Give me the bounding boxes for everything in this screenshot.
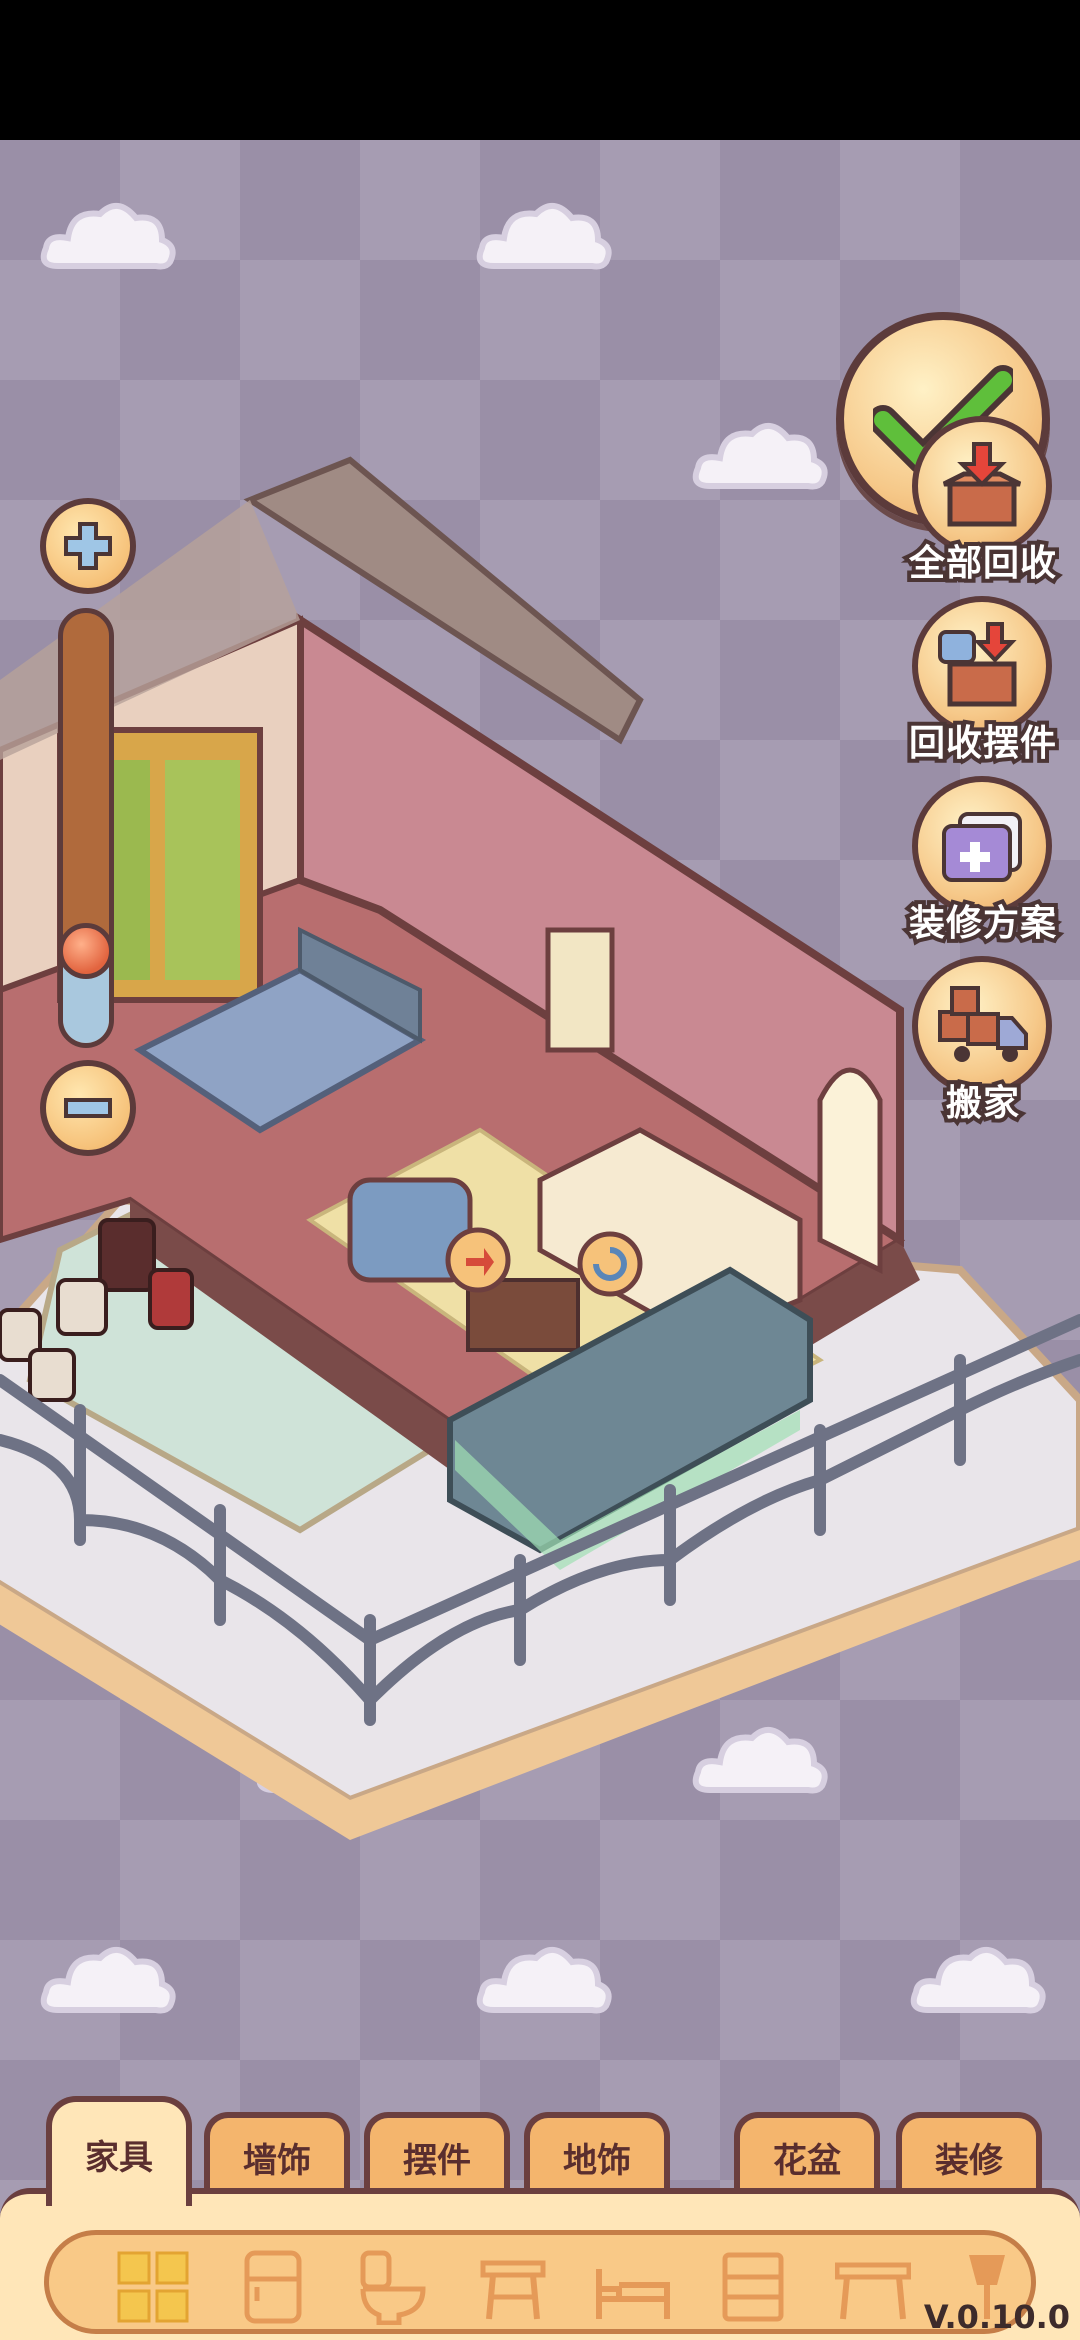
- tab-flower-pots[interactable]: 花盆: [734, 2112, 880, 2196]
- tab-renovation[interactable]: 装修: [896, 2112, 1042, 2196]
- recycle-all-label: 全部回收: [905, 539, 1060, 588]
- stool-icon[interactable]: [475, 2249, 551, 2325]
- zoom-in-button[interactable]: [40, 498, 136, 594]
- tab-ornaments[interactable]: 摆件: [364, 2112, 510, 2196]
- category-strip: [44, 2230, 1036, 2334]
- move-house-label: 搬家: [942, 1079, 1023, 1128]
- tab-wall-decor[interactable]: 墙饰: [204, 2112, 350, 2196]
- version-label: V.0.10.0: [923, 2298, 1070, 2336]
- fridge-icon[interactable]: [235, 2249, 311, 2325]
- recycle-items-button[interactable]: 回收摆件: [900, 596, 1066, 768]
- category-panel: [0, 2188, 1080, 2340]
- tab-furniture[interactable]: 家具: [46, 2096, 192, 2206]
- recycle-all-button[interactable]: 全部回收: [900, 416, 1066, 588]
- minus-icon: [64, 1098, 112, 1118]
- moving-truck-icon: [938, 986, 1028, 1062]
- rotate-item-icon[interactable]: [577, 1231, 643, 1297]
- room-scene[interactable]: 全部回收 回收摆件 装修方案 搬家: [0, 140, 1080, 2340]
- zoom-slider[interactable]: [58, 608, 114, 1048]
- tab-floor-decor[interactable]: 地饰: [524, 2112, 670, 2196]
- move-house-button[interactable]: 搬家: [900, 956, 1066, 1128]
- box-arrow-in-icon: [942, 442, 1022, 527]
- renovation-plan-label: 装修方案: [905, 899, 1060, 948]
- bed-icon[interactable]: [595, 2249, 671, 2325]
- window-pane: [165, 760, 240, 980]
- zoom-slider-handle[interactable]: [58, 923, 114, 980]
- renovation-plan-button[interactable]: 装修方案: [900, 776, 1066, 948]
- card-plus-icon: [942, 812, 1022, 882]
- cabinet-icon[interactable]: [715, 2249, 791, 2325]
- table-icon[interactable]: [835, 2249, 911, 2325]
- all-grid-icon[interactable]: [115, 2249, 191, 2325]
- toilet-icon[interactable]: [355, 2249, 431, 2325]
- recycle-items-label: 回收摆件: [905, 719, 1060, 768]
- status-bar: [0, 0, 1080, 140]
- cup-box-icon: [938, 622, 1017, 707]
- arched-window[interactable]: [817, 1067, 883, 1275]
- plus-icon: [64, 522, 112, 570]
- zoom-out-button[interactable]: [40, 1060, 136, 1156]
- wall-painting[interactable]: [545, 927, 615, 1053]
